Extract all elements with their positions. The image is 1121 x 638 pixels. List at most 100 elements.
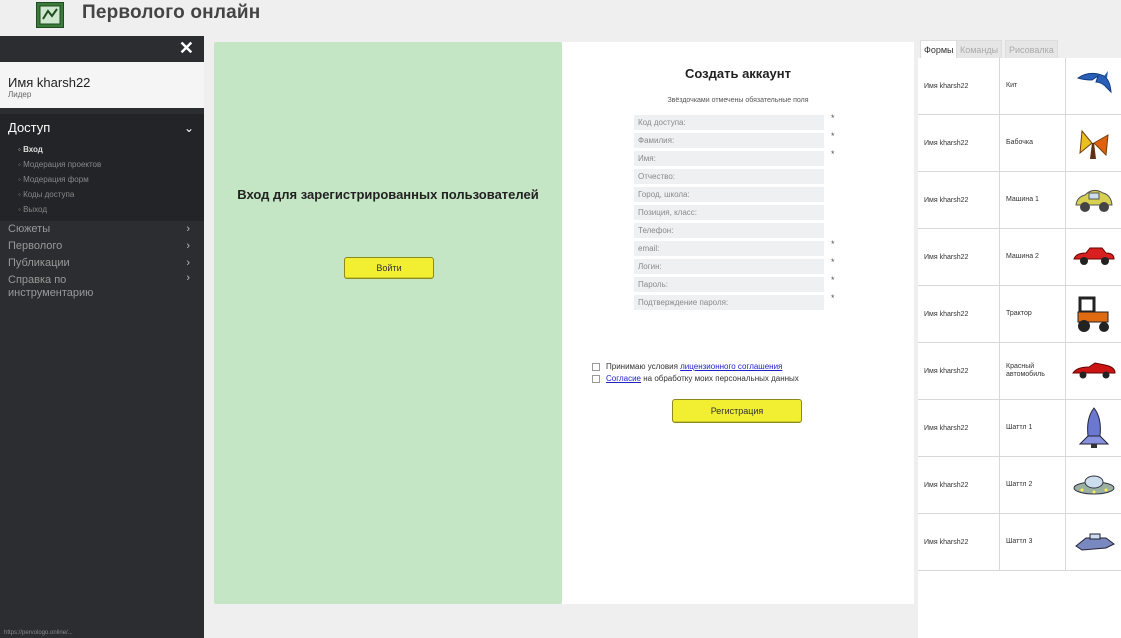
required-marker: * <box>831 149 835 159</box>
spaceship-icon[interactable] <box>1066 514 1121 570</box>
form-owner: Имя kharsh22 <box>918 514 1000 570</box>
sidebar-item-logout[interactable]: ◦ Выход <box>0 202 204 217</box>
tab-commands[interactable]: Команды <box>956 40 1003 58</box>
required-marker: * <box>831 131 835 141</box>
form-owner: Имя kharsh22 <box>918 343 1000 399</box>
register-title: Создать аккаунт <box>685 66 791 81</box>
chevron-right-icon: › <box>186 257 190 269</box>
register-field-input[interactable] <box>634 277 824 292</box>
register-field <box>634 220 824 238</box>
register-field-input[interactable] <box>634 187 824 202</box>
dolphin-icon[interactable] <box>1066 58 1121 114</box>
sidebar-item-login[interactable]: ◦ Вход <box>0 142 204 157</box>
status-url: https://pervologo.online/... <box>4 630 73 636</box>
register-field-input[interactable] <box>634 205 824 220</box>
register-field: * <box>634 292 835 310</box>
license-link[interactable]: лицензионного соглашения <box>680 362 782 371</box>
car-yellow-icon[interactable] <box>1066 172 1121 228</box>
chevron-down-icon: ⌄ <box>183 121 194 135</box>
table-row[interactable]: Имя kharsh22 Шаттл 2 <box>918 457 1121 514</box>
tab-drawing[interactable]: Рисовалка <box>1005 40 1058 58</box>
user-role: Лидер <box>8 90 32 99</box>
sidebar-section-access[interactable]: Доступ ⌄ <box>0 114 204 142</box>
required-marker: * <box>831 275 835 285</box>
consent-link[interactable]: Согласие <box>606 374 641 383</box>
form-name: Кит <box>1000 58 1066 114</box>
table-row[interactable]: Имя kharsh22 Бабочка <box>918 115 1121 172</box>
register-field-input[interactable] <box>634 223 824 238</box>
sidebar-item-publications[interactable]: Публикации › <box>0 255 204 272</box>
sports-car-icon[interactable] <box>1066 343 1121 399</box>
sidebar-item-plots[interactable]: Сюжеты › <box>0 221 204 238</box>
form-owner: Имя kharsh22 <box>918 115 1000 171</box>
sidebar-item-pervologo[interactable]: Перволого › <box>0 238 204 255</box>
form-owner: Имя kharsh22 <box>918 286 1000 342</box>
tab-forms[interactable]: Формы <box>920 40 958 58</box>
register-field: * <box>634 256 835 274</box>
register-field: * <box>634 148 835 166</box>
bottom-strip <box>204 604 918 638</box>
register-field <box>634 184 824 202</box>
form-name: Бабочка <box>1000 115 1066 171</box>
form-name: Шаттл 1 <box>1000 400 1066 456</box>
form-owner: Имя kharsh22 <box>918 58 1000 114</box>
sidebar-item-tools-help[interactable]: Справка по инструментарию › <box>0 272 204 302</box>
forms-panel: Формы Команды Рисовалка Имя kharsh22 Кит И… <box>918 36 1121 638</box>
app-title: Перволого онлайн <box>82 2 261 23</box>
sidebar-section-label: Доступ <box>8 120 51 135</box>
register-button[interactable]: Регистрация <box>672 399 802 423</box>
register-panel: Создать аккаунт Звёздочками отмечены обя… <box>562 42 914 604</box>
sidebar-item-access-codes[interactable]: ◦ Коды доступа <box>0 187 204 202</box>
register-field-input[interactable] <box>634 241 824 256</box>
register-field-input[interactable] <box>634 115 824 130</box>
consent-checkbox-row: Согласие на обработку моих персональных … <box>592 374 799 384</box>
butterfly-icon[interactable] <box>1066 115 1121 171</box>
register-field-input[interactable] <box>634 259 824 274</box>
car-red-icon[interactable] <box>1066 229 1121 285</box>
register-field: * <box>634 274 835 292</box>
app-logo-icon <box>36 2 64 28</box>
form-name: Трактор <box>1000 286 1066 342</box>
consent-checkbox[interactable] <box>592 374 600 383</box>
register-field <box>634 202 824 220</box>
table-row[interactable]: Имя kharsh22 Красный автомобиль <box>918 343 1121 400</box>
close-icon[interactable]: ✕ <box>179 38 194 59</box>
register-field: * <box>634 238 835 256</box>
license-checkbox[interactable] <box>592 362 600 371</box>
table-row[interactable]: Имя kharsh22 Машина 1 <box>918 172 1121 229</box>
required-marker: * <box>831 239 835 249</box>
ufo-icon[interactable] <box>1066 457 1121 513</box>
table-row[interactable]: Имя kharsh22 Трактор <box>918 286 1121 343</box>
required-marker: * <box>831 293 835 303</box>
form-name: Машина 1 <box>1000 172 1066 228</box>
sidebar-item-project-moderation[interactable]: ◦ Модерация проектов <box>0 157 204 172</box>
form-owner: Имя kharsh22 <box>918 172 1000 228</box>
sidebar-access-submenu: ◦ Вход ◦ Модерация проектов ◦ Модерация … <box>0 142 204 221</box>
forms-grid: Имя kharsh22 Кит Имя kharsh22 Бабочка Имя kh… <box>918 58 1121 571</box>
required-marker: * <box>831 113 835 123</box>
table-row[interactable]: Имя kharsh22 Шаттл 3 <box>918 514 1121 571</box>
form-owner: Имя kharsh22 <box>918 457 1000 513</box>
sidebar-item-form-moderation[interactable]: ◦ Модерация форм <box>0 172 204 187</box>
tractor-icon[interactable] <box>1066 286 1121 342</box>
table-row[interactable]: Имя kharsh22 Шаттл 1 <box>918 400 1121 457</box>
register-field-input[interactable] <box>634 169 824 184</box>
required-note: Звёздочками отмечены обязательные поля <box>667 97 809 104</box>
table-row[interactable]: Имя kharsh22 Кит <box>918 58 1121 115</box>
login-button[interactable]: Войти <box>344 257 434 279</box>
register-field-input[interactable] <box>634 295 824 310</box>
panel-tabs: Формы Команды Рисовалка <box>918 36 1121 58</box>
register-form: * * * * * * * <box>634 112 835 310</box>
user-card: Имя kharsh22 Лидер <box>0 58 204 108</box>
form-name: Шаттл 3 <box>1000 514 1066 570</box>
shuttle-icon[interactable] <box>1066 400 1121 456</box>
login-title: Вход для зарегистрированных пользователе… <box>237 187 539 202</box>
table-row[interactable]: Имя kharsh22 Машина 2 <box>918 229 1121 286</box>
sidebar: ✕ Имя kharsh22 Лидер Доступ ⌄ ◦ Вход ◦ М… <box>0 36 204 638</box>
form-name: Красный автомобиль <box>1000 343 1066 399</box>
user-name: Имя kharsh22 <box>8 75 91 90</box>
register-field-input[interactable] <box>634 151 824 166</box>
chevron-right-icon: › <box>186 240 190 252</box>
top-bar: Перволого онлайн <box>0 0 1121 36</box>
register-field-input[interactable] <box>634 133 824 148</box>
